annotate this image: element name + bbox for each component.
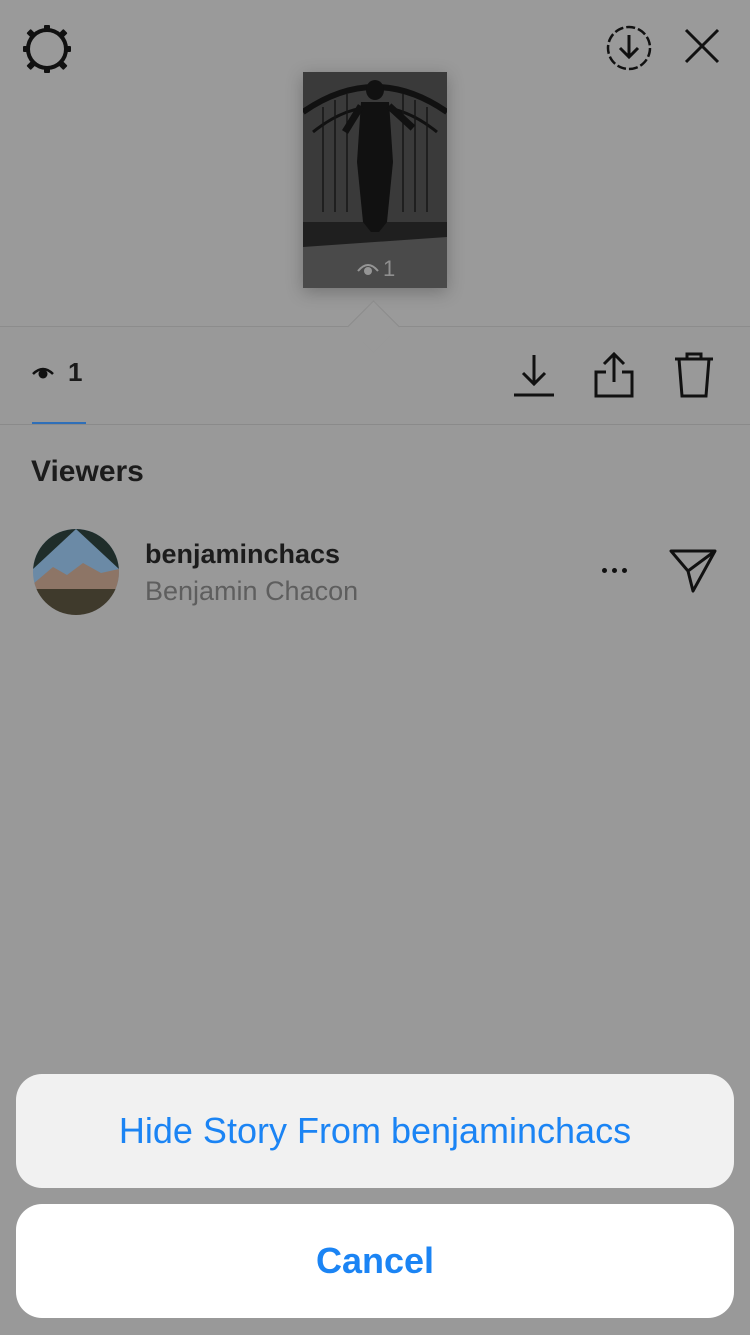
viewer-row[interactable]: benjaminchacs Benjamin Chacon — [0, 523, 750, 623]
share-button[interactable] — [590, 349, 638, 401]
paper-plane-icon — [669, 549, 717, 593]
download-button[interactable] — [510, 349, 558, 401]
delete-button[interactable] — [670, 349, 718, 401]
cancel-button[interactable]: Cancel — [16, 1204, 734, 1318]
send-message-button[interactable] — [668, 545, 718, 595]
avatar-photo — [33, 529, 119, 615]
gear-icon — [23, 25, 71, 73]
views-tab[interactable]: 1 — [32, 357, 82, 388]
viewer-username[interactable]: benjaminchacs — [145, 539, 340, 570]
close-icon — [684, 28, 720, 64]
dot — [601, 567, 607, 573]
settings-button[interactable] — [20, 22, 74, 76]
download-icon — [514, 355, 554, 397]
dot — [621, 567, 627, 573]
eye-icon — [32, 367, 54, 378]
more-options-button[interactable] — [594, 555, 634, 585]
share-icon — [594, 351, 634, 398]
download-circle-icon — [606, 25, 652, 71]
viewer-full-name: Benjamin Chacon — [145, 576, 359, 606]
close-button[interactable] — [678, 22, 726, 70]
tab-indicator — [32, 422, 86, 424]
dot — [611, 567, 617, 573]
thumbnail-views-count: 1 — [383, 256, 396, 281]
viewers-heading: Viewers — [31, 455, 144, 488]
story-preview-area: 1 — [0, 0, 750, 326]
hide-story-option[interactable]: Hide Story From benjaminchacs — [16, 1074, 734, 1188]
story-thumbnail[interactable]: 1 — [303, 72, 447, 288]
trash-icon — [675, 352, 713, 398]
thumbnail-views: 1 — [357, 256, 395, 282]
save-story-button[interactable] — [603, 22, 655, 74]
views-count: 1 — [68, 357, 83, 387]
avatar[interactable] — [33, 529, 119, 615]
eye-icon — [357, 264, 379, 275]
